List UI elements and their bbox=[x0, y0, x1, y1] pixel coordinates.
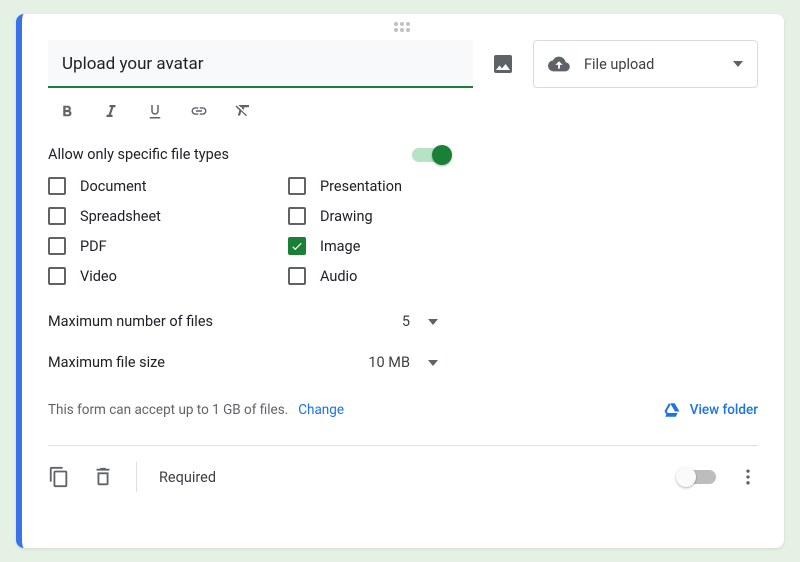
checkbox bbox=[48, 177, 66, 195]
max-size-dropdown[interactable] bbox=[428, 360, 438, 366]
filetype-spreadsheet[interactable]: Spreadsheet bbox=[48, 207, 248, 225]
question-card: File upload Allow only specific file typ… bbox=[16, 14, 784, 548]
max-size-value: 10 MB bbox=[368, 354, 410, 371]
link-button[interactable] bbox=[190, 102, 208, 120]
trash-icon bbox=[92, 466, 114, 488]
storage-note-text: This form can accept up to 1 GB of files… bbox=[48, 402, 288, 418]
chevron-down-icon bbox=[733, 61, 743, 67]
copy-icon bbox=[48, 466, 70, 488]
clear-formatting-button[interactable] bbox=[234, 102, 252, 120]
duplicate-button[interactable] bbox=[48, 466, 70, 488]
drive-icon bbox=[662, 401, 682, 419]
top-row: File upload bbox=[48, 40, 758, 88]
checkbox bbox=[288, 177, 306, 195]
max-size-label: Maximum file size bbox=[48, 354, 165, 371]
filetype-presentation[interactable]: Presentation bbox=[288, 177, 488, 195]
max-files-value: 5 bbox=[402, 313, 410, 330]
drag-handle-icon[interactable] bbox=[394, 22, 412, 32]
file-type-checks: Document Spreadsheet PDF Video Presentation… bbox=[48, 177, 758, 285]
max-files-label: Maximum number of files bbox=[48, 313, 213, 330]
insert-image-button[interactable] bbox=[491, 52, 515, 76]
max-files-dropdown[interactable] bbox=[428, 319, 438, 325]
question-title-wrap bbox=[48, 40, 473, 88]
checkbox-label: Drawing bbox=[320, 208, 373, 225]
checkbox-label: Image bbox=[320, 238, 360, 255]
checkbox-label: Audio bbox=[320, 268, 357, 285]
cloud-upload-icon bbox=[548, 53, 570, 75]
allow-specific-row: Allow only specific file types bbox=[48, 146, 448, 163]
italic-button[interactable] bbox=[102, 102, 120, 120]
allow-specific-toggle[interactable] bbox=[412, 148, 448, 162]
checkbox bbox=[288, 237, 306, 255]
checkbox bbox=[48, 237, 66, 255]
underline-button[interactable] bbox=[146, 102, 164, 120]
checkbox bbox=[288, 267, 306, 285]
required-label: Required bbox=[159, 469, 216, 486]
filetype-video[interactable]: Video bbox=[48, 267, 248, 285]
more-vert-icon bbox=[738, 467, 758, 487]
checkbox-label: Document bbox=[80, 178, 147, 195]
bold-button[interactable] bbox=[58, 102, 76, 120]
text-format-toolbar bbox=[58, 102, 758, 120]
filetype-pdf[interactable]: PDF bbox=[48, 237, 248, 255]
view-folder-link[interactable]: View folder bbox=[662, 401, 758, 419]
checkbox bbox=[48, 207, 66, 225]
view-folder-label: View folder bbox=[690, 402, 758, 418]
change-link[interactable]: Change bbox=[298, 402, 344, 418]
chevron-down-icon bbox=[428, 319, 438, 325]
divider bbox=[136, 462, 137, 492]
question-title-input[interactable] bbox=[48, 40, 473, 88]
allow-specific-label: Allow only specific file types bbox=[48, 146, 229, 163]
max-size-row: Maximum file size 10 MB bbox=[48, 354, 438, 371]
image-icon bbox=[491, 52, 515, 76]
filetype-image[interactable]: Image bbox=[288, 237, 488, 255]
checkbox-label: Spreadsheet bbox=[80, 208, 161, 225]
more-options-button[interactable] bbox=[738, 467, 758, 487]
delete-button[interactable] bbox=[92, 466, 114, 488]
max-files-row: Maximum number of files 5 bbox=[48, 313, 438, 330]
storage-note-row: This form can accept up to 1 GB of files… bbox=[48, 401, 758, 419]
card-footer: Required bbox=[48, 446, 758, 492]
filetype-document[interactable]: Document bbox=[48, 177, 248, 195]
checkbox-label: Presentation bbox=[320, 178, 402, 195]
checkbox bbox=[288, 207, 306, 225]
checkbox bbox=[48, 267, 66, 285]
filetype-audio[interactable]: Audio bbox=[288, 267, 488, 285]
question-type-select[interactable]: File upload bbox=[533, 40, 758, 88]
chevron-down-icon bbox=[428, 360, 438, 366]
required-toggle[interactable] bbox=[680, 470, 716, 484]
checkbox-label: Video bbox=[80, 268, 117, 285]
checkbox-label: PDF bbox=[80, 238, 107, 255]
filetype-drawing[interactable]: Drawing bbox=[288, 207, 488, 225]
question-type-label: File upload bbox=[584, 56, 654, 73]
